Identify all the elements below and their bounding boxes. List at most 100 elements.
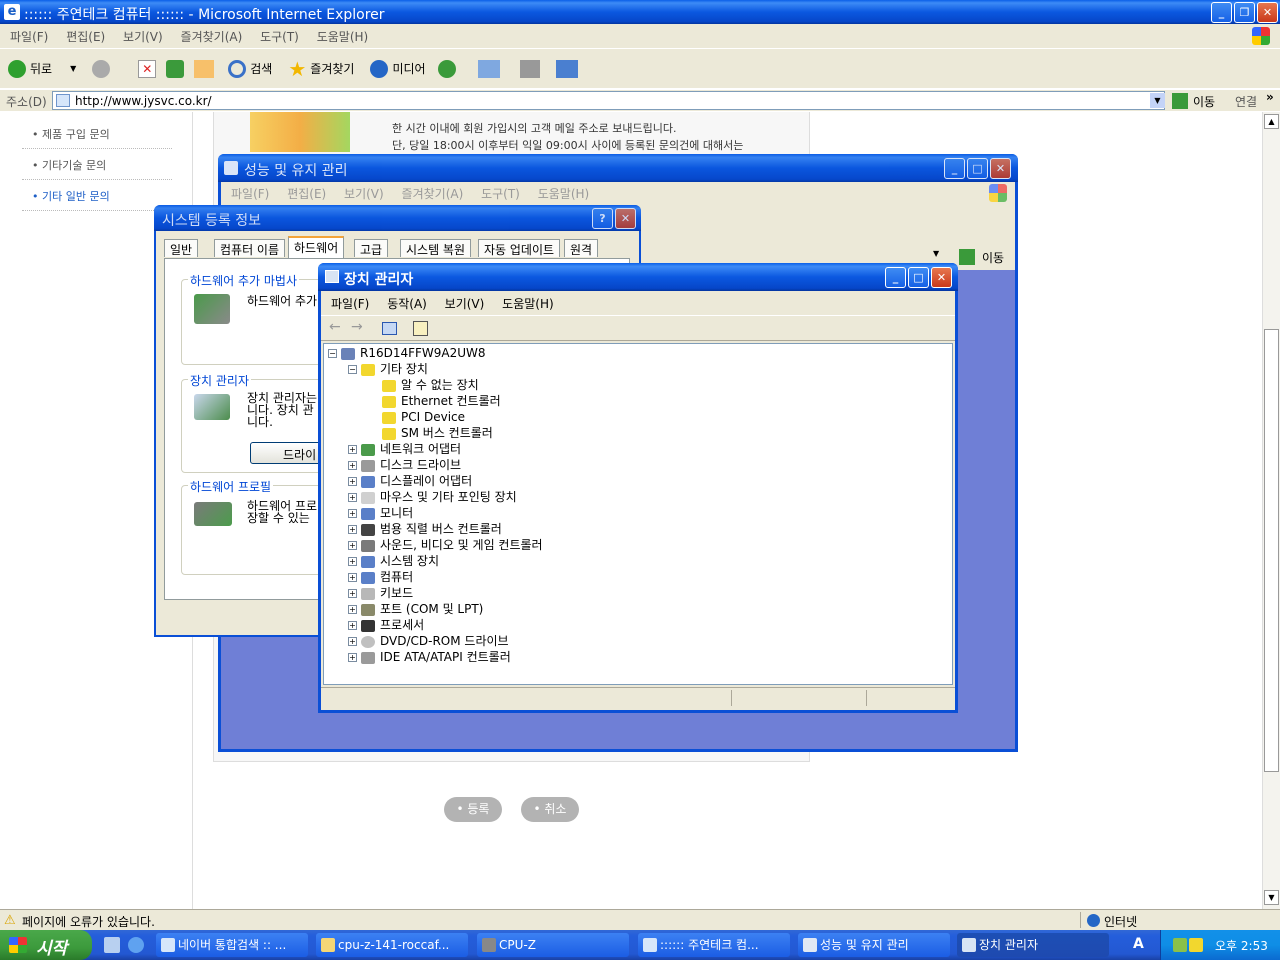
dropdown-arrow-icon[interactable]: ▼ bbox=[70, 64, 76, 73]
search-icon[interactable] bbox=[228, 59, 247, 78]
go-arrow-icon[interactable] bbox=[1172, 93, 1188, 109]
expand-icon[interactable]: + bbox=[348, 589, 357, 598]
expand-icon[interactable]: + bbox=[348, 653, 357, 662]
star-icon[interactable]: ★ bbox=[288, 57, 306, 81]
mail-icon[interactable] bbox=[477, 59, 500, 78]
perf-menu-tools[interactable]: 도구(T) bbox=[481, 187, 520, 201]
expand-icon[interactable]: + bbox=[348, 573, 357, 582]
print-icon[interactable] bbox=[519, 59, 540, 78]
forward-arrow-icon[interactable]: → bbox=[351, 319, 363, 335]
perf-go-arrow-icon[interactable] bbox=[959, 249, 975, 265]
expand-icon[interactable]: + bbox=[348, 541, 357, 550]
vertical-scrollbar[interactable]: ▲ ▼ bbox=[1262, 112, 1280, 909]
search-button[interactable]: 검색 bbox=[250, 60, 272, 77]
tab-general[interactable]: 일반 bbox=[164, 239, 199, 257]
tree-leaf-smbus[interactable]: SM 버스 컨트롤러 bbox=[382, 425, 493, 441]
links-button[interactable]: 연결 bbox=[1235, 93, 1257, 110]
tab-system-restore[interactable]: 시스템 복원 bbox=[400, 239, 472, 257]
go-button[interactable]: 이동 bbox=[1193, 93, 1215, 110]
quicklaunch-ie-icon[interactable] bbox=[128, 937, 144, 953]
scroll-thumb[interactable] bbox=[1264, 329, 1279, 772]
sysprops-title-bar[interactable]: 시스템 등록 정보 ? ✕ bbox=[154, 205, 641, 231]
perf-address-dropdown-icon[interactable]: ▼ bbox=[933, 249, 939, 258]
menu-tools[interactable]: 도구(T) bbox=[260, 30, 299, 44]
devmgr-title-bar[interactable]: 장치 관리자 _ □ ✕ bbox=[318, 263, 958, 291]
tab-computer-name[interactable]: 컴퓨터 이름 bbox=[214, 239, 286, 257]
back-arrow-icon[interactable]: ← bbox=[329, 319, 341, 335]
tree-root[interactable]: − R16D14FFW9A2UW8 bbox=[328, 345, 486, 361]
tree-node-system[interactable]: + 시스템 장치 bbox=[348, 553, 439, 569]
perf-menu-edit[interactable]: 편집(E) bbox=[287, 187, 326, 201]
tab-advanced[interactable]: 고급 bbox=[354, 239, 389, 257]
task-naver[interactable]: 네이버 통합검색 :: ... bbox=[156, 933, 308, 957]
start-button[interactable]: 시작 bbox=[0, 930, 92, 960]
tree-node-network[interactable]: + 네트워크 어댑터 bbox=[348, 441, 461, 457]
tree-node-processor[interactable]: + 프로세서 bbox=[348, 617, 424, 633]
sidebar-item-general[interactable]: • 기타 일반 문의 bbox=[32, 188, 110, 204]
cancel-button[interactable]: • 취소 bbox=[521, 797, 579, 822]
expand-icon[interactable]: + bbox=[348, 509, 357, 518]
menu-file[interactable]: 파일(F) bbox=[10, 30, 48, 44]
tree-node-disk[interactable]: + 디스크 드라이브 bbox=[348, 457, 461, 473]
tree-leaf-pci[interactable]: PCI Device bbox=[382, 409, 465, 425]
edit-icon[interactable] bbox=[555, 59, 578, 78]
menu-favorites[interactable]: 즐겨찾기(A) bbox=[181, 30, 243, 44]
tree-leaf-unknown[interactable]: 알 수 없는 장치 bbox=[382, 377, 479, 393]
tree-node-ports[interactable]: + 포트 (COM 및 LPT) bbox=[348, 601, 483, 617]
help-button[interactable]: ? bbox=[592, 208, 613, 229]
task-jooyon[interactable]: :::::: 주연테크 컴... bbox=[638, 933, 790, 957]
tray-security-icon[interactable] bbox=[1189, 938, 1203, 952]
properties-icon[interactable] bbox=[413, 321, 428, 336]
back-arrow-icon[interactable] bbox=[8, 59, 26, 78]
tab-remote[interactable]: 원격 bbox=[564, 239, 599, 257]
task-cpuz-folder[interactable]: cpu-z-141-roccaf... bbox=[316, 933, 468, 957]
expand-icon[interactable]: + bbox=[348, 477, 357, 486]
perf-menu-file[interactable]: 파일(F) bbox=[231, 187, 269, 201]
perf-go-button[interactable]: 이동 bbox=[982, 249, 1004, 266]
expand-icon[interactable]: + bbox=[348, 445, 357, 454]
devmgr-menu-file[interactable]: 파일(F) bbox=[331, 297, 369, 311]
perf-maximize-button[interactable]: □ bbox=[967, 158, 988, 179]
scroll-up-icon[interactable]: ▲ bbox=[1264, 114, 1279, 129]
tree-node-usb[interactable]: + 범용 직렬 버스 컨트롤러 bbox=[348, 521, 502, 537]
tray-network-icon[interactable] bbox=[1173, 938, 1187, 952]
tree-leaf-ethernet[interactable]: Ethernet 컨트롤러 bbox=[382, 393, 501, 409]
refresh-icon[interactable] bbox=[166, 59, 185, 78]
perf-minimize-button[interactable]: _ bbox=[944, 158, 965, 179]
media-button[interactable]: 미디어 bbox=[392, 60, 425, 77]
restore-button[interactable]: ❐ bbox=[1234, 2, 1255, 23]
sidebar-item-tech[interactable]: • 기타기술 문의 bbox=[32, 157, 106, 173]
tree-node-ide[interactable]: + IDE ATA/ATAPI 컨트롤러 bbox=[348, 649, 511, 665]
devmgr-menu-view[interactable]: 보기(V) bbox=[445, 297, 485, 311]
chevron-right-icon[interactable]: » bbox=[1266, 90, 1274, 104]
home-icon[interactable] bbox=[194, 59, 215, 78]
sidebar-item-product[interactable]: • 제품 구입 문의 bbox=[32, 126, 110, 142]
devmgr-close-button[interactable]: ✕ bbox=[931, 267, 952, 288]
devmgr-maximize-button[interactable]: □ bbox=[908, 267, 929, 288]
close-button[interactable]: ✕ bbox=[1257, 2, 1278, 23]
expand-icon[interactable]: + bbox=[348, 621, 357, 630]
tree-node-monitor[interactable]: + 모니터 bbox=[348, 505, 413, 521]
minimize-button[interactable]: _ bbox=[1211, 2, 1232, 23]
tree-node-keyboard[interactable]: + 키보드 bbox=[348, 585, 413, 601]
devmgr-menu-help[interactable]: 도움말(H) bbox=[502, 297, 554, 311]
address-dropdown-icon[interactable]: ▼ bbox=[1150, 93, 1165, 108]
sysprops-close-button[interactable]: ✕ bbox=[615, 208, 636, 229]
perf-close-button[interactable]: ✕ bbox=[990, 158, 1011, 179]
register-button[interactable]: • 등록 bbox=[444, 797, 502, 822]
tree-node-mouse[interactable]: + 마우스 및 기타 포인팅 장치 bbox=[348, 489, 517, 505]
tab-hardware[interactable]: 하드웨어 bbox=[288, 236, 345, 258]
quicklaunch-desktop-icon[interactable] bbox=[104, 937, 120, 953]
task-perf[interactable]: 성능 및 유지 관리 bbox=[798, 933, 950, 957]
tree-node-sound[interactable]: + 사운드, 비디오 및 게임 컨트롤러 bbox=[348, 537, 543, 553]
menu-help[interactable]: 도움말(H) bbox=[317, 30, 369, 44]
collapse-icon[interactable]: − bbox=[348, 365, 357, 374]
language-indicator[interactable]: A bbox=[1133, 936, 1144, 952]
tree-node-display[interactable]: + 디스플레이 어댑터 bbox=[348, 473, 472, 489]
expand-icon[interactable]: + bbox=[348, 557, 357, 566]
expand-icon[interactable]: + bbox=[348, 637, 357, 646]
expand-icon[interactable]: + bbox=[348, 525, 357, 534]
ie-title-bar[interactable]: e :::::: 주연테크 컴퓨터 :::::: - Microsoft Int… bbox=[0, 0, 1280, 24]
console-tree-icon[interactable] bbox=[382, 322, 397, 335]
forward-arrow-icon[interactable] bbox=[92, 59, 111, 78]
